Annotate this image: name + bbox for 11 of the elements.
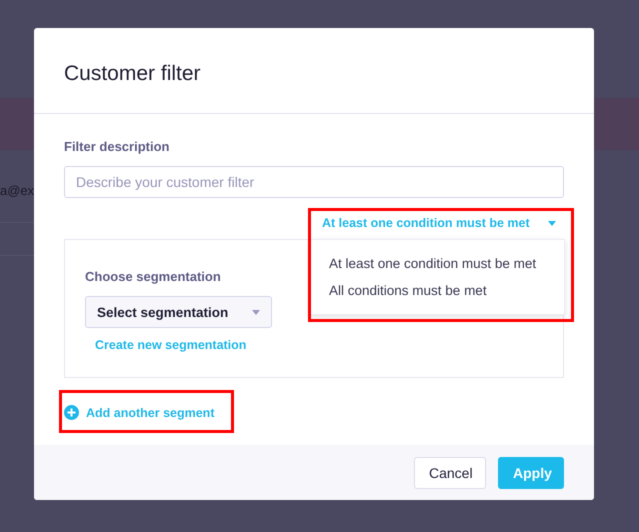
segmentation-select[interactable]: Select segmentation <box>85 296 272 328</box>
plus-circle-icon <box>64 405 79 420</box>
description-field[interactable]: Describe your customer filter <box>64 166 564 198</box>
field-label: Choose segmentation <box>85 269 221 284</box>
caret-icon <box>252 310 260 314</box>
menu-item[interactable]: At least one condition must be met <box>311 250 564 277</box>
dialog-title: Customer filter <box>64 62 201 86</box>
cancel-button[interactable]: Cancel <box>414 456 486 488</box>
menu-item[interactable]: All conditions must be met <box>311 277 564 304</box>
background-text: a@ex <box>0 183 34 198</box>
field-label: Filter description <box>64 139 170 154</box>
